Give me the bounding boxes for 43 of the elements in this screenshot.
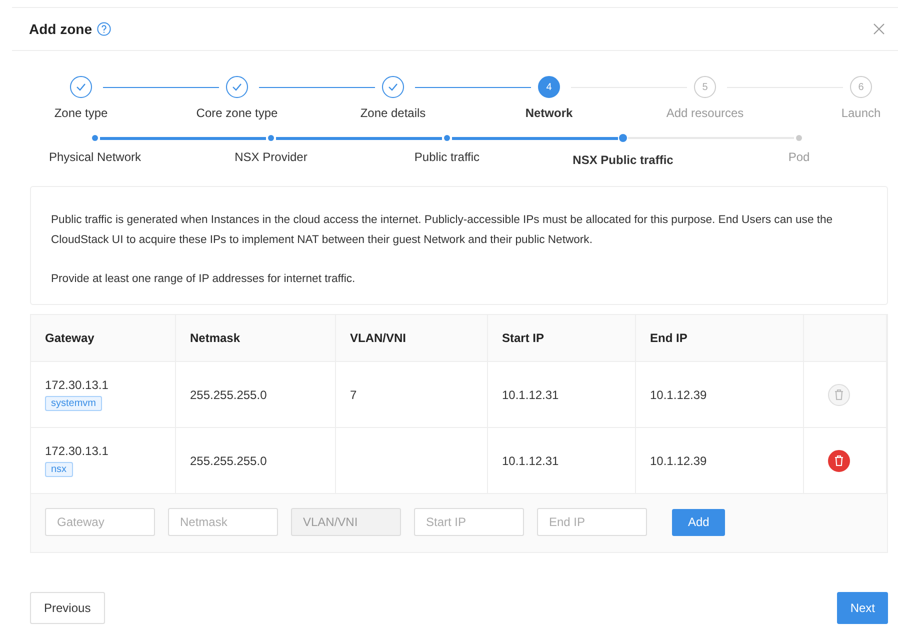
substep-label: NSX Provider <box>234 150 308 164</box>
table-cell: 7 <box>350 388 357 402</box>
table-cell: 10.1.12.31 <box>502 388 559 402</box>
step-icon: 5 <box>694 76 716 98</box>
table-cell: 255.255.255.0 <box>190 454 267 468</box>
help-icon[interactable] <box>97 22 111 36</box>
check-icon <box>388 83 398 91</box>
table-cell: 172.30.13.1 <box>45 378 108 392</box>
description-text: Public traffic is generated when Instances in the cloud access the internet. Publicly-accessible IPs must be allocated for this purpose. End Users can use the CloudStack UI to acquire these IPs to implement NAT between their guest Network and their public Network. <box>51 213 834 248</box>
step-icon: 4 <box>538 76 560 98</box>
table-cell: 10.1.12.31 <box>502 454 559 468</box>
close-button[interactable] <box>872 22 886 36</box>
input-field[interactable]: Netmask <box>168 508 278 536</box>
description-text: Provide at least one range of IP addresses for internet traffic. <box>51 272 356 287</box>
step-icon: 6 <box>850 76 872 98</box>
check-icon <box>232 83 242 91</box>
table-cell: 172.30.13.1 <box>45 444 108 458</box>
table-cell: 255.255.255.0 <box>190 388 267 402</box>
step-label: Launch <box>841 106 881 120</box>
substep-label: Public traffic <box>414 150 480 164</box>
step-label: Add resources <box>666 106 744 120</box>
table-cell: 10.1.12.39 <box>650 454 707 468</box>
substep-label: Pod <box>788 150 810 164</box>
traffic-tag: systemvm <box>45 396 102 411</box>
substep-label: NSX Public traffic <box>572 153 674 167</box>
input-field[interactable]: Start IP <box>414 508 524 536</box>
step-label: Zone details <box>360 106 426 120</box>
input-field[interactable]: End IP <box>537 508 647 536</box>
traffic-tag: nsx <box>45 462 73 477</box>
input-field[interactable]: Gateway <box>45 508 155 536</box>
step-label: Network <box>525 106 573 120</box>
trash-icon <box>834 455 844 466</box>
step-label: Zone type <box>54 106 108 120</box>
substep-label: Physical Network <box>48 150 142 164</box>
modal-title: Add zone <box>29 21 92 37</box>
next-button[interactable]: Next <box>837 592 888 624</box>
table-cell: 10.1.12.39 <box>650 388 707 402</box>
previous-button[interactable]: Previous <box>30 592 105 624</box>
add-button[interactable]: Add <box>672 508 726 536</box>
step-label: Core zone type <box>196 106 278 120</box>
trash-icon <box>834 389 844 400</box>
check-icon <box>76 83 86 91</box>
delete-button[interactable] <box>828 450 850 472</box>
